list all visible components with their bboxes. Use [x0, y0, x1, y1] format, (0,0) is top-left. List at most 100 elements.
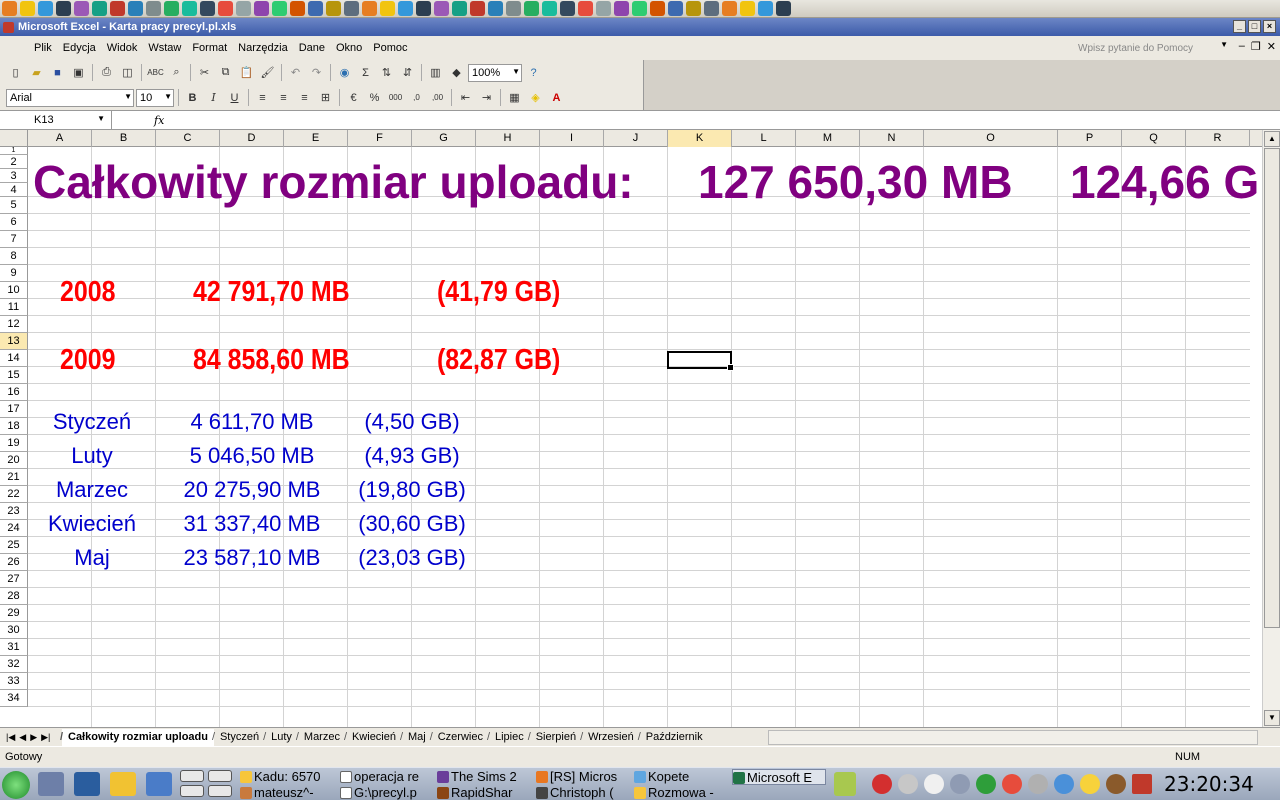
copy-icon[interactable]: ⧉	[216, 63, 235, 82]
battery-icon[interactable]	[834, 772, 856, 796]
pager-desktop-2[interactable]	[180, 785, 204, 797]
row-header[interactable]: 1	[0, 147, 28, 155]
row-header[interactable]: 15	[0, 367, 28, 384]
launcher-icon[interactable]	[128, 1, 143, 16]
maximize-button[interactable]: □	[1248, 20, 1261, 33]
launcher-icon[interactable]	[326, 1, 341, 16]
launcher-icon[interactable]	[272, 1, 287, 16]
weather-icon[interactable]	[1080, 774, 1100, 794]
launcher-icon[interactable]	[56, 1, 71, 16]
sheet-tab[interactable]: Październik	[638, 729, 709, 746]
launcher-icon[interactable]	[254, 1, 269, 16]
row-header[interactable]: 17	[0, 401, 28, 418]
sheet-tab[interactable]: Luty	[263, 729, 298, 746]
launcher-icon[interactable]	[290, 1, 305, 16]
borders-icon[interactable]: ▦	[505, 88, 524, 107]
column-header[interactable]: I	[540, 130, 604, 147]
row-header[interactable]: 8	[0, 248, 28, 265]
menu-format[interactable]: Format	[192, 42, 227, 54]
row-header[interactable]: 29	[0, 605, 28, 622]
zoom-select[interactable]: 100% ▼	[468, 63, 522, 82]
help-icon[interactable]: ?	[524, 63, 543, 82]
launcher-icon[interactable]	[614, 1, 629, 16]
sheet-tab[interactable]: Wrzesień	[580, 729, 640, 746]
bluetooth-icon[interactable]	[1028, 774, 1048, 794]
kopete-icon[interactable]	[1054, 774, 1074, 794]
open-folder-icon[interactable]: ▰	[27, 63, 46, 82]
column-header[interactable]: L	[732, 130, 796, 147]
sheet-tab[interactable]: Sierpień	[528, 729, 582, 746]
warning-icon[interactable]	[872, 774, 892, 794]
close-button[interactable]: ×	[1263, 20, 1276, 33]
insert-function-icon[interactable]: fx	[154, 114, 164, 127]
first-sheet-button[interactable]: |◀	[6, 732, 15, 743]
row-header[interactable]: 6	[0, 214, 28, 231]
column-header[interactable]: G	[412, 130, 476, 147]
next-sheet-button[interactable]: ▶	[30, 732, 37, 743]
vertical-scrollbar[interactable]: ▲ ▼	[1262, 130, 1280, 727]
thousands-separator-icon[interactable]: 000	[386, 88, 405, 107]
task-button[interactable]: [RS] Micros	[536, 769, 631, 785]
launcher-icon[interactable]	[704, 1, 719, 16]
row-header[interactable]: 27	[0, 571, 28, 588]
terminal-icon[interactable]	[74, 772, 100, 796]
redo-icon[interactable]: ↷	[307, 63, 326, 82]
task-button[interactable]: G:\precyl.p	[340, 785, 435, 800]
percent-icon[interactable]: %	[365, 88, 384, 107]
horizontal-scrollbar[interactable]	[768, 730, 1258, 745]
network-icon[interactable]	[950, 774, 970, 794]
row-header[interactable]: 14	[0, 350, 28, 367]
column-header[interactable]: K	[668, 130, 732, 147]
chevron-down-icon[interactable]: ▼	[97, 114, 105, 123]
launcher-icon[interactable]	[110, 1, 125, 16]
launcher-icon[interactable]	[38, 1, 53, 16]
sheet-tab[interactable]: Marzec	[296, 729, 346, 746]
font-size-select[interactable]: 10 ▼	[136, 88, 174, 107]
row-header[interactable]: 16	[0, 384, 28, 401]
column-header[interactable]: J	[604, 130, 668, 147]
launcher-icon[interactable]	[596, 1, 611, 16]
column-header[interactable]: D	[220, 130, 284, 147]
menu-pomoc[interactable]: Pomoc	[373, 42, 407, 54]
pager-desktop-3[interactable]	[208, 770, 232, 782]
launcher-icon[interactable]	[218, 1, 233, 16]
column-header[interactable]: N	[860, 130, 924, 147]
minimize-button[interactable]: _	[1233, 20, 1246, 33]
launcher-icon[interactable]	[686, 1, 701, 16]
menu-widok[interactable]: Widok	[107, 42, 138, 54]
decrease-indent-icon[interactable]: ⇤	[456, 88, 475, 107]
chart-wizard-icon[interactable]: ▥	[426, 63, 445, 82]
help-search-input[interactable]: Wpisz pytanie do Pomocy ▼	[1078, 40, 1228, 56]
align-center-icon[interactable]: ≡	[274, 88, 293, 107]
scroll-thumb[interactable]	[1264, 148, 1280, 628]
column-header[interactable]: F	[348, 130, 412, 147]
menu-edycja[interactable]: Edycja	[63, 42, 96, 54]
launcher-icon[interactable]	[740, 1, 755, 16]
task-button[interactable]: Kopete	[634, 769, 729, 785]
format-painter-icon[interactable]: 🖌	[258, 63, 277, 82]
launcher-icon[interactable]	[560, 1, 575, 16]
row-header[interactable]: 33	[0, 673, 28, 690]
file-manager-icon[interactable]	[38, 772, 64, 796]
menu-narzedzia[interactable]: Narzędzia	[238, 42, 288, 54]
launcher-icon[interactable]	[344, 1, 359, 16]
launcher-icon[interactable]	[164, 1, 179, 16]
launcher-icon[interactable]	[542, 1, 557, 16]
clipboard-icon[interactable]	[924, 774, 944, 794]
launcher-icon[interactable]	[488, 1, 503, 16]
launcher-icon[interactable]	[74, 1, 89, 16]
task-button[interactable]: mateusz^-	[240, 785, 335, 800]
launcher-icon[interactable]	[308, 1, 323, 16]
column-header[interactable]: E	[284, 130, 348, 147]
sheet-tab[interactable]: Maj	[400, 729, 432, 746]
autosum-icon[interactable]: Σ	[356, 63, 375, 82]
task-button-active[interactable]: Microsoft E	[732, 769, 826, 785]
menu-wstaw[interactable]: Wstaw	[148, 42, 181, 54]
last-sheet-button[interactable]: ▶|	[41, 732, 50, 743]
worksheet-grid[interactable]: ABCDEFGHIJKLMNOPQR 1 2 3 4 5 6 7 8 9 10 11 12 13 14 15…	[0, 130, 1262, 727]
fill-color-icon[interactable]: ◈	[526, 88, 545, 107]
column-header[interactable]: C	[156, 130, 220, 147]
launcher-icon[interactable]	[758, 1, 773, 16]
row-header[interactable]: 4	[0, 183, 28, 197]
k-menu-icon[interactable]	[2, 771, 30, 799]
